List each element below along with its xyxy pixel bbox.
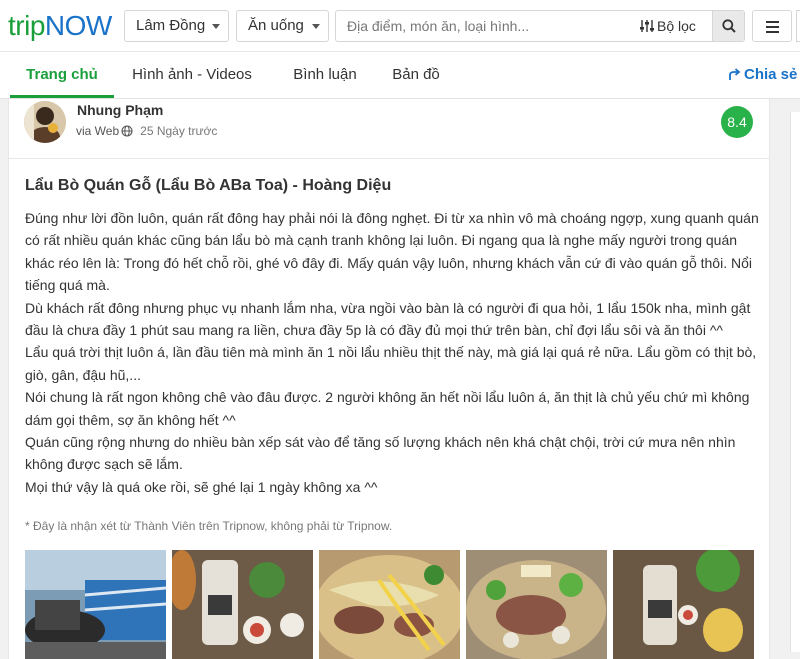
- chevron-down-icon: [312, 24, 320, 29]
- review-paragraph: Nói chung là rất ngon không chê vào đâu …: [25, 389, 750, 428]
- hamburger-icon-bar: [766, 31, 779, 33]
- review-photo[interactable]: [25, 550, 166, 659]
- review-paragraph: Đúng như lời đồn luôn, quán rất đông hay…: [25, 210, 759, 294]
- review-paragraph: Lẩu quá trời thịt luôn á, lần đầu tiên m…: [25, 344, 757, 383]
- review-disclaimer: * Đây là nhận xét từ Thành Viên trên Tri…: [25, 519, 393, 533]
- chevron-down-icon: [212, 24, 220, 29]
- tab-reviews[interactable]: Bình luận: [282, 52, 368, 98]
- search-button[interactable]: [712, 11, 744, 41]
- share-icon: [729, 68, 741, 80]
- review-photo[interactable]: [319, 550, 460, 659]
- location-select[interactable]: Lâm Đồng: [124, 10, 229, 42]
- review-photo[interactable]: [613, 550, 754, 659]
- search-icon: [722, 19, 736, 33]
- review-card: Nhung Phạm via Web 25 Ngày trước 8.4 Lẩu…: [8, 99, 770, 659]
- search-input[interactable]: [336, 11, 636, 41]
- avatar[interactable]: [24, 101, 66, 143]
- search-box: Bộ lọc: [335, 10, 745, 42]
- hamburger-icon-bar: [766, 26, 779, 28]
- review-photo-strip: [25, 550, 755, 659]
- category-select-value: Ăn uống: [248, 17, 304, 34]
- review-meta: via Web 25 Ngày trước: [76, 124, 217, 138]
- logo-text-now: NOW: [44, 10, 112, 41]
- share-button[interactable]: Chia sẻ: [728, 52, 797, 98]
- tripnow-logo[interactable]: tripNOW: [8, 9, 112, 43]
- avatar-image: [24, 101, 66, 143]
- location-select-value: Lâm Đồng: [136, 17, 206, 34]
- tab-photos-videos[interactable]: Hình ảnh - Videos: [128, 52, 256, 98]
- review-body: Đúng như lời đồn luôn, quán rất đông hay…: [25, 207, 765, 498]
- tab-bar: Trang chủ Hình ảnh - Videos Bình luận Bả…: [0, 52, 800, 99]
- review-author-header: Nhung Phạm via Web 25 Ngày trước 8.4: [9, 99, 769, 159]
- tab-home[interactable]: Trang chủ: [10, 52, 114, 98]
- page-background-left: [0, 99, 8, 659]
- review-photo[interactable]: [466, 550, 607, 659]
- logo-text-trip: trip: [8, 10, 45, 41]
- globe-icon: [121, 125, 133, 137]
- review-source: via Web: [76, 124, 120, 138]
- menu-button[interactable]: [752, 10, 792, 42]
- review-paragraph: Quán cũng rộng nhưng do nhiều bàn xếp sá…: [25, 434, 736, 473]
- header-extra-button[interactable]: [796, 10, 800, 42]
- sidebar-card-edge: [790, 112, 800, 652]
- filter-button[interactable]: Bộ lọc: [640, 11, 696, 41]
- review-paragraph: Mọi thứ vậy là quá oke rồi, sẽ ghé lại 1…: [25, 478, 378, 495]
- category-select[interactable]: Ăn uống: [236, 10, 329, 42]
- author-name[interactable]: Nhung Phạm: [77, 102, 163, 118]
- review-time: 25 Ngày trước: [140, 124, 218, 138]
- review-paragraph: Dù khách rất đông nhưng phục vụ nhanh lắ…: [25, 299, 751, 339]
- top-header: tripNOW Lâm Đồng Ăn uống Bộ lọc: [0, 0, 800, 52]
- review-title[interactable]: Lẩu Bò Quán Gỗ (Lẩu Bò ABa Toa) - Hoàng …: [25, 177, 391, 195]
- review-score-badge: 8.4: [721, 106, 753, 138]
- sliders-icon: [640, 20, 654, 32]
- hamburger-icon-bar: [766, 21, 779, 23]
- tab-map[interactable]: Bản đồ: [384, 52, 448, 98]
- review-photo[interactable]: [172, 550, 313, 659]
- share-label: Chia sẻ: [744, 66, 798, 83]
- filter-label: Bộ lọc: [657, 18, 696, 34]
